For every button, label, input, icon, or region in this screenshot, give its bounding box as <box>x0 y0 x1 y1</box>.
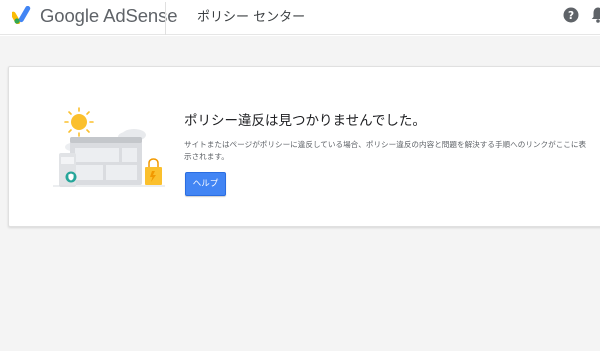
no-violations-card: ポリシー違反は見つかりませんでした。 サイトまたはページがポリシーに違反している… <box>8 66 600 227</box>
brand-name[interactable]: Google AdSense <box>40 5 178 27</box>
sun-icon <box>64 107 94 137</box>
no-violations-heading: ポリシー違反は見つかりませんでした。 <box>184 113 426 129</box>
page-title: ポリシー センター <box>197 10 306 25</box>
shield-badge-icon <box>65 171 77 183</box>
help-button[interactable]: ヘルプ <box>185 172 226 196</box>
header-divider <box>165 2 166 35</box>
no-violations-description: サイトまたはページがポリシーに違反している場合、ポリシー違反の内容と問題を解決す… <box>184 140 587 161</box>
help-icon[interactable]: ? <box>563 7 579 23</box>
notifications-icon[interactable] <box>591 6 600 23</box>
top-app-bar: Google AdSense ポリシー センター ? <box>0 0 600 35</box>
shopping-bag-icon <box>145 158 162 185</box>
svg-text:?: ? <box>568 10 574 22</box>
site-status-illustration <box>53 107 165 187</box>
adsense-logo-icon[interactable] <box>12 6 34 24</box>
